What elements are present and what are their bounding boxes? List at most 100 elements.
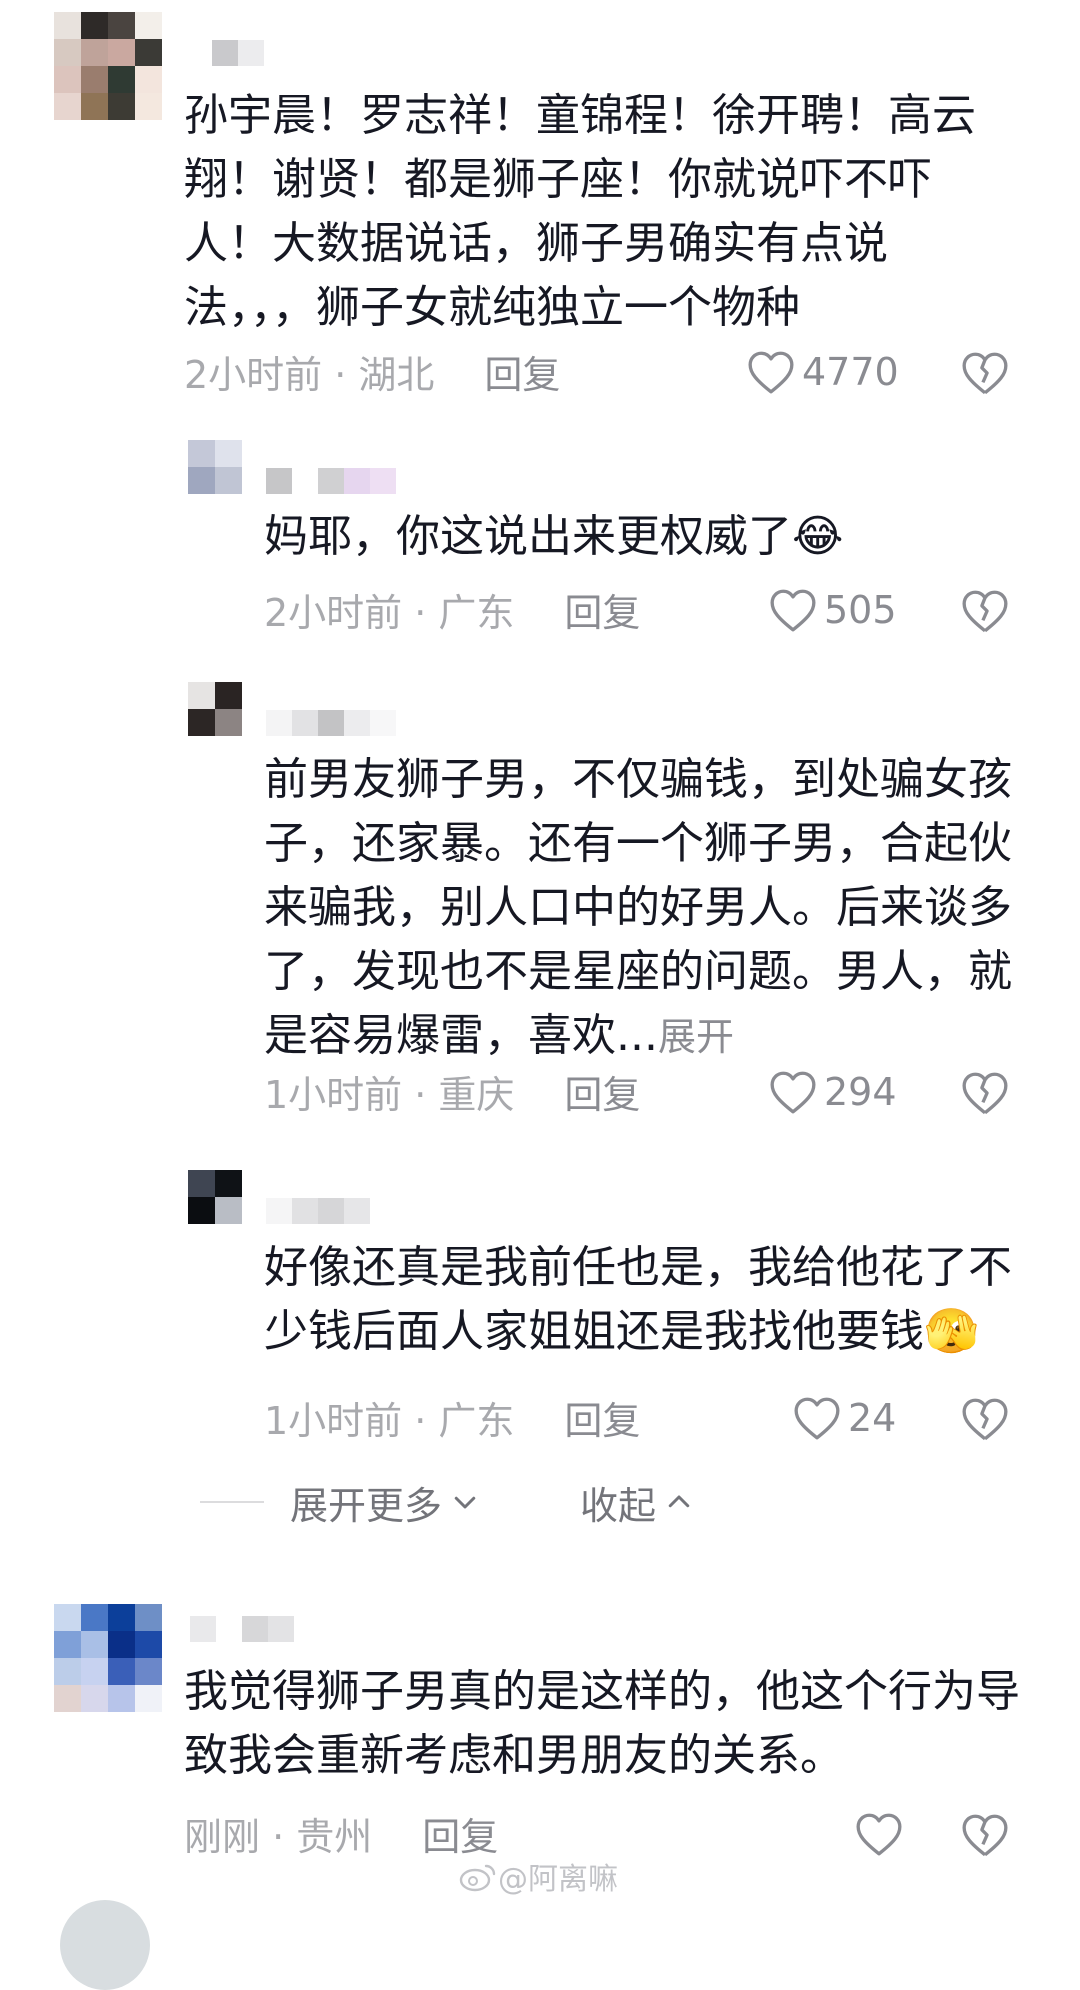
like-count: 24: [848, 1396, 897, 1440]
username-pixel: [242, 1616, 268, 1642]
comment-meta: 2小时前 · 广东 回复: [264, 582, 640, 637]
avatar-pixel: [81, 1685, 108, 1712]
avatar-pixel: [54, 39, 81, 66]
comment-time-location: 2小时前 · 湖北: [184, 352, 435, 397]
comment-time-location: 刚刚 · 贵州: [184, 1814, 373, 1859]
like-button[interactable]: 294: [768, 1064, 897, 1120]
avatar-pixel: [81, 93, 108, 120]
username-pixel: [216, 1616, 242, 1642]
comment-text: 前男友狮子男，不仅骗钱，到处骗女孩子，还家暴。还有一个狮子男，合起伙来骗我，别人…: [264, 754, 1012, 1061]
like-button[interactable]: 24: [792, 1390, 896, 1446]
avatar[interactable]: [188, 682, 242, 736]
avatar-pixel: [188, 1170, 215, 1197]
collapse-button[interactable]: 收起: [580, 1475, 694, 1530]
avatar-pixel: [188, 1197, 215, 1224]
broken-heart-icon[interactable]: [960, 1810, 1010, 1860]
avatar-pixel: [215, 709, 242, 736]
like-button[interactable]: [854, 1806, 910, 1862]
avatar-pixel: [108, 1658, 135, 1685]
like-button[interactable]: 505: [768, 582, 897, 638]
username-pixel: [344, 468, 370, 494]
weibo-logo-icon: [459, 1864, 496, 1892]
like-count: 505: [824, 588, 897, 632]
heart-outline-icon: [770, 589, 816, 632]
avatar[interactable]: [188, 1170, 242, 1224]
comment-text: 妈耶，你这说出来更权威了😂: [264, 511, 844, 562]
avatar-pixel: [135, 1685, 162, 1712]
watermark-text: @阿离嘛: [498, 1862, 618, 1897]
avatar[interactable]: [54, 12, 162, 120]
avatar-pixel: [135, 39, 162, 66]
avatar-pixel: [135, 1604, 162, 1631]
avatar-pixel: [54, 1631, 81, 1658]
username-pixel: [318, 710, 344, 736]
emoji: 🫣: [924, 1306, 979, 1357]
broken-heart-icon[interactable]: [960, 348, 1010, 398]
heart-outline-icon: [856, 1813, 902, 1856]
divider: [200, 1501, 264, 1503]
avatar-pixel: [215, 682, 242, 709]
reply-button[interactable]: 回复: [484, 344, 560, 399]
emoji: 😂: [792, 511, 844, 562]
avatar-pixel: [54, 66, 81, 93]
avatar[interactable]: [188, 440, 242, 494]
comment-text: 我觉得狮子男真的是这样的，他这个行为导致我会重新考虑和男朋友的关系。: [184, 1666, 1020, 1781]
avatar-pixel: [108, 93, 135, 120]
expand-text-link[interactable]: 展开: [658, 1015, 734, 1059]
comment-meta: 刚刚 · 贵州 回复: [184, 1806, 498, 1861]
avatar[interactable]: [54, 1604, 162, 1712]
username[interactable]: [266, 710, 396, 736]
username-pixel: [344, 710, 370, 736]
comment-meta: 1小时前 · 广东 回复: [264, 1390, 640, 1445]
avatar[interactable]: [60, 1900, 150, 1990]
avatar-pixel: [188, 682, 215, 709]
username-pixel: [266, 710, 292, 736]
username-pixel: [266, 468, 292, 494]
avatar-pixel: [81, 39, 108, 66]
reply-button[interactable]: 回复: [564, 1064, 640, 1119]
username-pixel: [292, 710, 318, 736]
avatar-pixel: [108, 39, 135, 66]
username[interactable]: [266, 468, 396, 494]
username[interactable]: [266, 1198, 370, 1224]
heart-outline-icon: [794, 1397, 840, 1440]
comment-text: 好像还真是我前任也是，我给他花了不少钱后面人家姐姐还是我找他要钱🫣: [264, 1242, 1012, 1357]
avatar-pixel: [135, 1631, 162, 1658]
avatar-pixel: [215, 1197, 242, 1224]
username-pixel: [292, 1198, 318, 1224]
reply-button[interactable]: 回复: [564, 582, 640, 637]
broken-heart-icon[interactable]: [960, 1068, 1010, 1118]
chevron-up-icon: [668, 1495, 690, 1508]
broken-heart-icon[interactable]: [960, 1394, 1010, 1444]
avatar-pixel: [81, 66, 108, 93]
comment-time-location: 1小时前 · 重庆: [264, 1072, 515, 1117]
username-pixel: [292, 468, 318, 494]
username[interactable]: [212, 40, 264, 66]
username-pixel: [238, 40, 264, 66]
avatar-pixel: [135, 66, 162, 93]
avatar-pixel: [188, 440, 215, 467]
avatar-pixel: [81, 1658, 108, 1685]
avatar-pixel: [108, 1631, 135, 1658]
username[interactable]: [190, 1616, 294, 1642]
avatar-pixel: [54, 1658, 81, 1685]
username-pixel: [344, 1198, 370, 1224]
avatar-pixel: [135, 93, 162, 120]
replies-expand-bar: 展开更多 收起: [200, 1472, 694, 1532]
username-pixel: [212, 40, 238, 66]
reply-button[interactable]: 回复: [422, 1806, 498, 1861]
username-pixel: [370, 710, 396, 736]
username-pixel: [190, 1616, 216, 1642]
reply-button[interactable]: 回复: [564, 1390, 640, 1445]
comment-meta: 1小时前 · 重庆 回复: [264, 1064, 640, 1119]
avatar-pixel: [108, 12, 135, 39]
like-button[interactable]: 4770: [746, 344, 899, 400]
comment-text: 孙宇晨！罗志祥！童锦程！徐开聘！高云翔！谢贤！都是狮子座！你就说吓不吓人！大数据…: [184, 90, 976, 333]
heart-outline-icon: [770, 1071, 816, 1114]
expand-more-button[interactable]: 展开更多: [290, 1475, 480, 1530]
username-pixel: [370, 468, 396, 494]
username-pixel: [318, 1198, 344, 1224]
heart-outline-icon: [748, 351, 794, 394]
broken-heart-icon[interactable]: [960, 586, 1010, 636]
avatar-pixel: [81, 1631, 108, 1658]
